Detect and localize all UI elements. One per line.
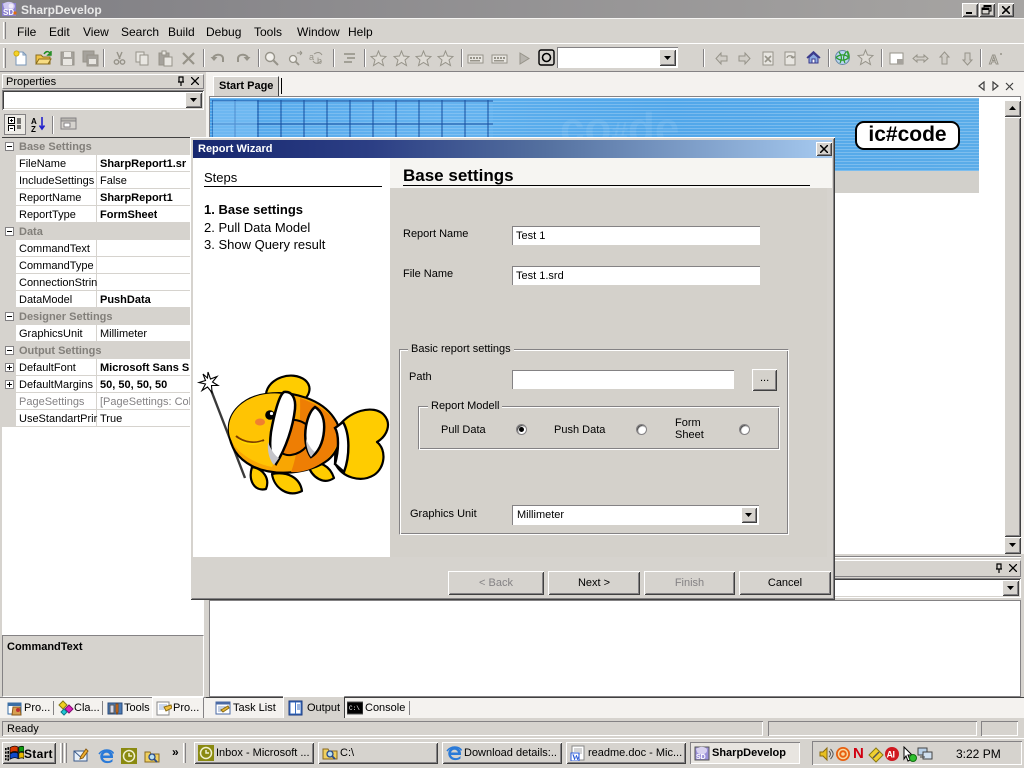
svg-text:C:\: C:\ — [349, 705, 360, 712]
svg-text:a: a — [309, 52, 314, 62]
svg-text:SD: SD — [696, 754, 706, 761]
svg-text:A: A — [989, 52, 999, 67]
svg-text:W: W — [572, 753, 580, 761]
svg-text:SD: SD — [3, 8, 14, 17]
svg-text:I: I — [893, 750, 896, 760]
svg-text:Z: Z — [31, 125, 36, 132]
svg-text:b: b — [317, 56, 322, 66]
